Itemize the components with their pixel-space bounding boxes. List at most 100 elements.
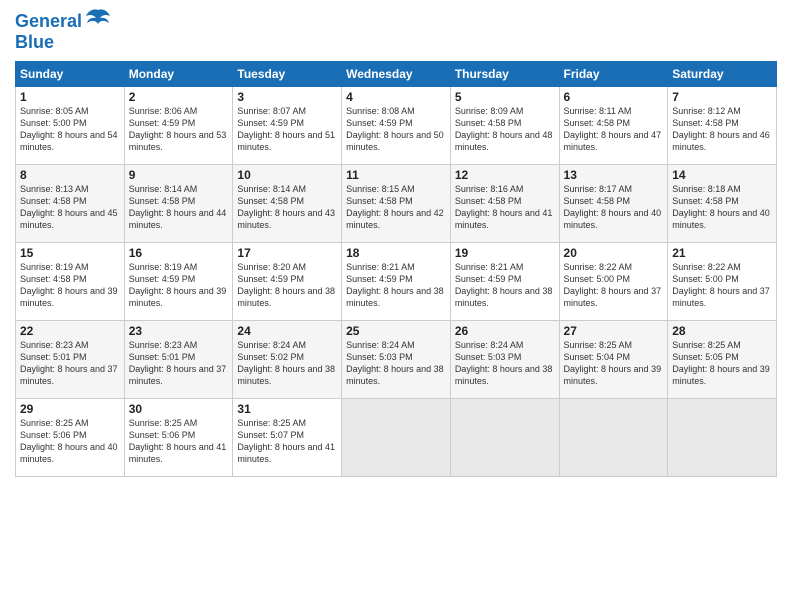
cell-content: Sunrise: 8:11 AMSunset: 4:58 PMDaylight:… — [564, 105, 664, 154]
cell-content: Sunrise: 8:07 AMSunset: 4:59 PMDaylight:… — [237, 105, 337, 154]
day-number: 4 — [346, 90, 446, 104]
calendar-cell: 8 Sunrise: 8:13 AMSunset: 4:58 PMDayligh… — [16, 165, 125, 243]
calendar-cell: 9 Sunrise: 8:14 AMSunset: 4:58 PMDayligh… — [124, 165, 233, 243]
day-header-tuesday: Tuesday — [233, 62, 342, 87]
cell-content: Sunrise: 8:17 AMSunset: 4:58 PMDaylight:… — [564, 183, 664, 232]
calendar-cell — [342, 399, 451, 477]
calendar-cell — [668, 399, 777, 477]
day-number: 11 — [346, 168, 446, 182]
cell-content: Sunrise: 8:24 AMSunset: 5:03 PMDaylight:… — [346, 339, 446, 388]
calendar-cell: 7 Sunrise: 8:12 AMSunset: 4:58 PMDayligh… — [668, 87, 777, 165]
day-number: 26 — [455, 324, 555, 338]
cell-content: Sunrise: 8:22 AMSunset: 5:00 PMDaylight:… — [672, 261, 772, 310]
cell-content: Sunrise: 8:19 AMSunset: 4:58 PMDaylight:… — [20, 261, 120, 310]
day-number: 28 — [672, 324, 772, 338]
day-header-wednesday: Wednesday — [342, 62, 451, 87]
cell-content: Sunrise: 8:25 AMSunset: 5:06 PMDaylight:… — [20, 417, 120, 466]
logo-text: General — [15, 12, 82, 32]
day-number: 1 — [20, 90, 120, 104]
calendar-cell: 25 Sunrise: 8:24 AMSunset: 5:03 PMDaylig… — [342, 321, 451, 399]
calendar-cell: 5 Sunrise: 8:09 AMSunset: 4:58 PMDayligh… — [450, 87, 559, 165]
cell-content: Sunrise: 8:19 AMSunset: 4:59 PMDaylight:… — [129, 261, 229, 310]
calendar-cell: 30 Sunrise: 8:25 AMSunset: 5:06 PMDaylig… — [124, 399, 233, 477]
calendar-cell: 27 Sunrise: 8:25 AMSunset: 5:04 PMDaylig… — [559, 321, 668, 399]
week-row-4: 22 Sunrise: 8:23 AMSunset: 5:01 PMDaylig… — [16, 321, 777, 399]
day-number: 13 — [564, 168, 664, 182]
calendar-cell: 17 Sunrise: 8:20 AMSunset: 4:59 PMDaylig… — [233, 243, 342, 321]
calendar-cell: 20 Sunrise: 8:22 AMSunset: 5:00 PMDaylig… — [559, 243, 668, 321]
day-number: 17 — [237, 246, 337, 260]
day-header-sunday: Sunday — [16, 62, 125, 87]
cell-content: Sunrise: 8:12 AMSunset: 4:58 PMDaylight:… — [672, 105, 772, 154]
day-number: 30 — [129, 402, 229, 416]
cell-content: Sunrise: 8:25 AMSunset: 5:05 PMDaylight:… — [672, 339, 772, 388]
cell-content: Sunrise: 8:21 AMSunset: 4:59 PMDaylight:… — [346, 261, 446, 310]
calendar-cell: 24 Sunrise: 8:24 AMSunset: 5:02 PMDaylig… — [233, 321, 342, 399]
day-number: 16 — [129, 246, 229, 260]
calendar-cell: 29 Sunrise: 8:25 AMSunset: 5:06 PMDaylig… — [16, 399, 125, 477]
logo-blue: Blue — [15, 32, 112, 53]
day-number: 25 — [346, 324, 446, 338]
cell-content: Sunrise: 8:23 AMSunset: 5:01 PMDaylight:… — [20, 339, 120, 388]
cell-content: Sunrise: 8:25 AMSunset: 5:04 PMDaylight:… — [564, 339, 664, 388]
day-number: 12 — [455, 168, 555, 182]
cell-content: Sunrise: 8:14 AMSunset: 4:58 PMDaylight:… — [129, 183, 229, 232]
logo: General Blue — [15, 10, 112, 53]
day-number: 10 — [237, 168, 337, 182]
calendar-cell: 12 Sunrise: 8:16 AMSunset: 4:58 PMDaylig… — [450, 165, 559, 243]
cell-content: Sunrise: 8:13 AMSunset: 4:58 PMDaylight:… — [20, 183, 120, 232]
day-number: 15 — [20, 246, 120, 260]
cell-content: Sunrise: 8:09 AMSunset: 4:58 PMDaylight:… — [455, 105, 555, 154]
day-number: 14 — [672, 168, 772, 182]
calendar-cell: 6 Sunrise: 8:11 AMSunset: 4:58 PMDayligh… — [559, 87, 668, 165]
calendar: SundayMondayTuesdayWednesdayThursdayFrid… — [15, 61, 777, 477]
day-number: 8 — [20, 168, 120, 182]
calendar-cell: 26 Sunrise: 8:24 AMSunset: 5:03 PMDaylig… — [450, 321, 559, 399]
calendar-cell: 31 Sunrise: 8:25 AMSunset: 5:07 PMDaylig… — [233, 399, 342, 477]
cell-content: Sunrise: 8:08 AMSunset: 4:59 PMDaylight:… — [346, 105, 446, 154]
day-number: 23 — [129, 324, 229, 338]
day-number: 3 — [237, 90, 337, 104]
cell-content: Sunrise: 8:14 AMSunset: 4:58 PMDaylight:… — [237, 183, 337, 232]
cell-content: Sunrise: 8:16 AMSunset: 4:58 PMDaylight:… — [455, 183, 555, 232]
header: General Blue — [15, 10, 777, 53]
day-header-saturday: Saturday — [668, 62, 777, 87]
logo-bird-icon — [84, 6, 112, 34]
cell-content: Sunrise: 8:25 AMSunset: 5:07 PMDaylight:… — [237, 417, 337, 466]
cell-content: Sunrise: 8:06 AMSunset: 4:59 PMDaylight:… — [129, 105, 229, 154]
day-number: 7 — [672, 90, 772, 104]
cell-content: Sunrise: 8:15 AMSunset: 4:58 PMDaylight:… — [346, 183, 446, 232]
week-row-3: 15 Sunrise: 8:19 AMSunset: 4:58 PMDaylig… — [16, 243, 777, 321]
day-number: 21 — [672, 246, 772, 260]
calendar-cell — [559, 399, 668, 477]
calendar-cell: 19 Sunrise: 8:21 AMSunset: 4:59 PMDaylig… — [450, 243, 559, 321]
calendar-cell: 23 Sunrise: 8:23 AMSunset: 5:01 PMDaylig… — [124, 321, 233, 399]
calendar-cell — [450, 399, 559, 477]
week-row-5: 29 Sunrise: 8:25 AMSunset: 5:06 PMDaylig… — [16, 399, 777, 477]
cell-content: Sunrise: 8:24 AMSunset: 5:02 PMDaylight:… — [237, 339, 337, 388]
calendar-cell: 1 Sunrise: 8:05 AMSunset: 5:00 PMDayligh… — [16, 87, 125, 165]
calendar-cell: 21 Sunrise: 8:22 AMSunset: 5:00 PMDaylig… — [668, 243, 777, 321]
day-header-thursday: Thursday — [450, 62, 559, 87]
calendar-cell: 2 Sunrise: 8:06 AMSunset: 4:59 PMDayligh… — [124, 87, 233, 165]
day-number: 27 — [564, 324, 664, 338]
calendar-header-row: SundayMondayTuesdayWednesdayThursdayFrid… — [16, 62, 777, 87]
cell-content: Sunrise: 8:24 AMSunset: 5:03 PMDaylight:… — [455, 339, 555, 388]
day-number: 18 — [346, 246, 446, 260]
calendar-cell: 18 Sunrise: 8:21 AMSunset: 4:59 PMDaylig… — [342, 243, 451, 321]
page: General Blue SundayMondayTuesdayWednesda… — [0, 0, 792, 612]
day-number: 6 — [564, 90, 664, 104]
calendar-cell: 13 Sunrise: 8:17 AMSunset: 4:58 PMDaylig… — [559, 165, 668, 243]
week-row-2: 8 Sunrise: 8:13 AMSunset: 4:58 PMDayligh… — [16, 165, 777, 243]
cell-content: Sunrise: 8:20 AMSunset: 4:59 PMDaylight:… — [237, 261, 337, 310]
day-number: 9 — [129, 168, 229, 182]
calendar-cell: 16 Sunrise: 8:19 AMSunset: 4:59 PMDaylig… — [124, 243, 233, 321]
day-number: 19 — [455, 246, 555, 260]
cell-content: Sunrise: 8:25 AMSunset: 5:06 PMDaylight:… — [129, 417, 229, 466]
calendar-cell: 4 Sunrise: 8:08 AMSunset: 4:59 PMDayligh… — [342, 87, 451, 165]
day-number: 24 — [237, 324, 337, 338]
day-number: 5 — [455, 90, 555, 104]
cell-content: Sunrise: 8:21 AMSunset: 4:59 PMDaylight:… — [455, 261, 555, 310]
calendar-cell: 22 Sunrise: 8:23 AMSunset: 5:01 PMDaylig… — [16, 321, 125, 399]
day-header-friday: Friday — [559, 62, 668, 87]
